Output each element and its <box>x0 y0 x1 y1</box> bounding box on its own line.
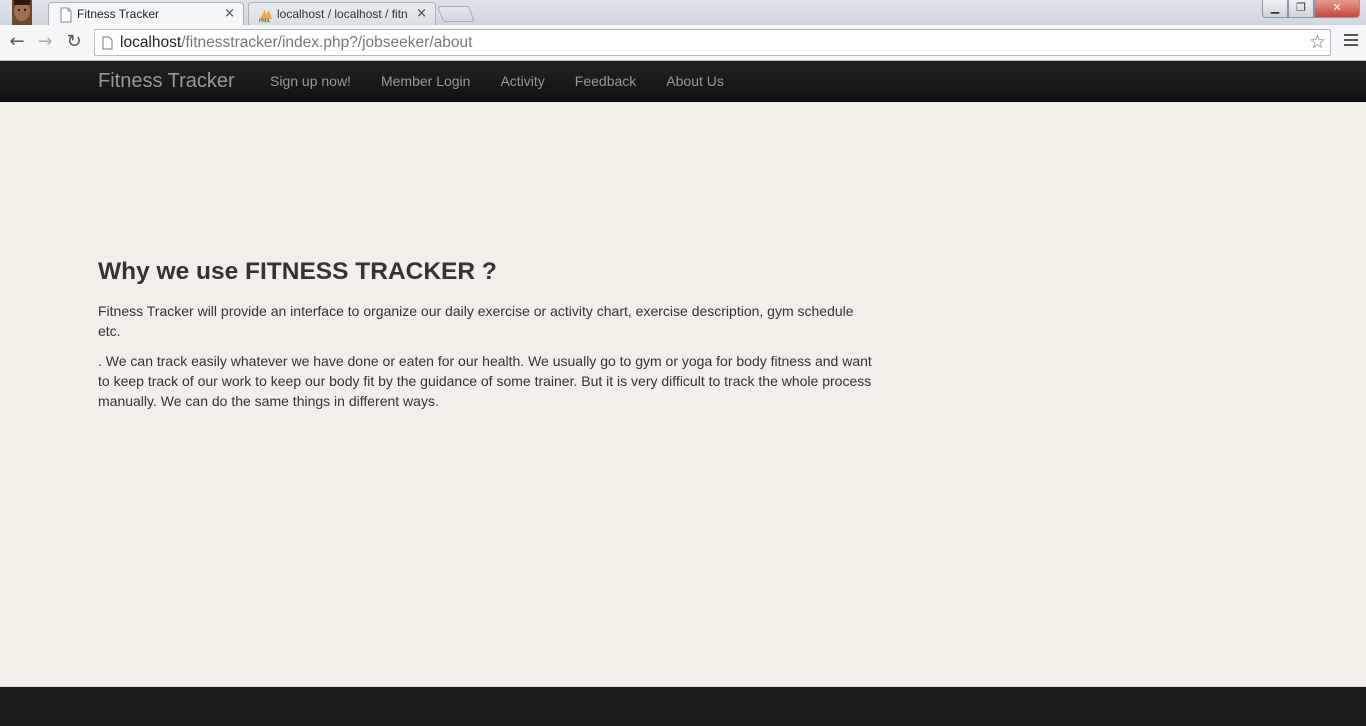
page-icon <box>102 36 113 50</box>
nav-link-feedback[interactable]: Feedback <box>560 61 651 102</box>
svg-text:PMA: PMA <box>259 19 270 24</box>
url-path: /fitnesstracker/index.php?/jobseeker/abo… <box>181 34 473 51</box>
restore-icon[interactable]: ❐ <box>1288 0 1314 18</box>
nav-link-about-us[interactable]: About Us <box>651 61 739 102</box>
address-bar[interactable]: localhost/fitnesstracker/index.php?/jobs… <box>94 29 1331 56</box>
user-avatar-icon[interactable] <box>6 0 36 25</box>
reload-icon[interactable]: ↻ <box>62 31 86 55</box>
close-window-icon[interactable]: ✕ <box>1314 0 1360 18</box>
tab-phpmyadmin[interactable]: PMA localhost / localhost / fitn × <box>248 2 436 25</box>
nav-link-member-login[interactable]: Member Login <box>366 61 486 102</box>
browser-tab-strip: Fitness Tracker × PMA localhost / localh… <box>0 0 1366 25</box>
tab-fitness-tracker[interactable]: Fitness Tracker × <box>48 2 244 25</box>
phpmyadmin-icon: PMA <box>259 9 272 24</box>
site-navbar: Fitness Tracker Sign up now! Member Logi… <box>0 61 1366 102</box>
forward-arrow-icon[interactable]: → <box>33 31 57 55</box>
close-tab-icon[interactable]: × <box>224 6 235 21</box>
tab-title: Fitness Tracker <box>77 7 160 21</box>
page-icon <box>60 7 72 23</box>
site-footer <box>0 686 1366 726</box>
nav-link-activity[interactable]: Activity <box>485 61 559 102</box>
intro-paragraph: Fitness Tracker will provide an interfac… <box>98 303 854 339</box>
hamburger-menu-icon[interactable] <box>1344 34 1358 49</box>
url-host: localhost <box>120 34 182 51</box>
minimize-icon[interactable]: ▁ <box>1262 0 1288 18</box>
back-arrow-icon[interactable]: ← <box>5 31 29 55</box>
new-tab-button[interactable] <box>437 6 475 22</box>
brand-link[interactable]: Fitness Tracker <box>98 70 235 93</box>
browser-toolbar: ← → ↻ localhost/fitnesstracker/index.php… <box>0 25 1366 61</box>
tab-title: localhost / localhost / fitn <box>277 7 408 21</box>
detail-paragraph: . We can track easily whatever we have d… <box>98 353 872 409</box>
page-title: Why we use FITNESS TRACKER ? <box>98 258 497 285</box>
window-controls: ▁ ❐ ✕ <box>1262 0 1360 18</box>
about-section: Why we use FITNESS TRACKER ? Fitness Tra… <box>98 258 878 421</box>
nav-links: Sign up now! Member Login Activity Feedb… <box>255 61 739 102</box>
close-tab-icon[interactable]: × <box>416 6 427 21</box>
nav-link-signup[interactable]: Sign up now! <box>255 61 366 102</box>
star-icon[interactable]: ☆ <box>1309 30 1326 55</box>
